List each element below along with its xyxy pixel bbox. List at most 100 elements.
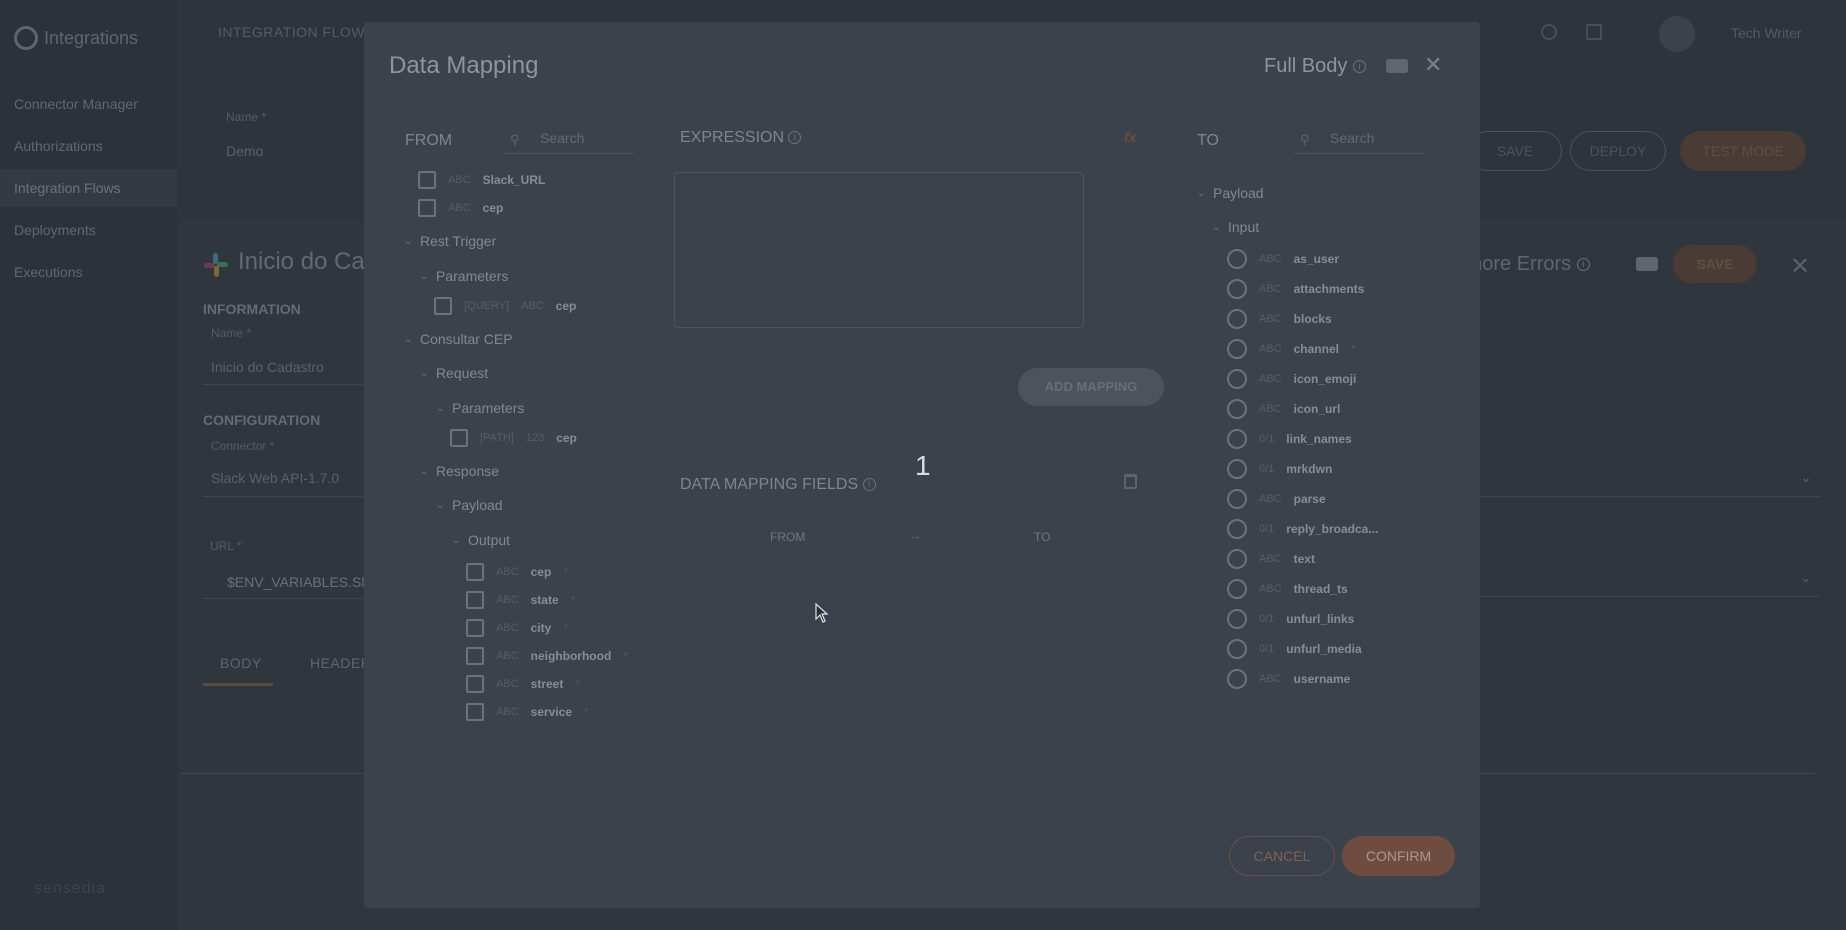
sidebar-item-authorizations[interactable]: Authorizations [0, 127, 177, 165]
tree-node-request[interactable]: ⌄ Request [420, 365, 488, 381]
tree-node-payload[interactable]: ⌄ Payload [436, 497, 503, 513]
help-icon[interactable] [1541, 24, 1557, 40]
from-field-slack-url[interactable]: ABC Slack_URL [418, 171, 545, 189]
from-field-output-service[interactable]: ABC service * [466, 703, 589, 721]
sidebar-item-deployments[interactable]: Deployments [0, 211, 177, 249]
to-field-unfurl-links[interactable]: 0/1 unfurl_links [1227, 609, 1366, 629]
to-field-attachments[interactable]: ABC attachments [1227, 279, 1376, 299]
radio-button[interactable] [1227, 669, 1247, 689]
tree-node-rest-trigger[interactable]: ⌄ Rest Trigger [404, 233, 496, 249]
radio-button[interactable] [1227, 519, 1247, 539]
tree-node-request-parameters[interactable]: ⌄ Parameters [436, 400, 524, 416]
deploy-button[interactable]: DEPLOY [1570, 131, 1666, 171]
mapping-from-column: FROM [770, 530, 806, 544]
to-field-mrkdwn[interactable]: 0/1 mrkdwn [1227, 459, 1344, 479]
tree-node-response[interactable]: ⌄ Response [420, 463, 499, 479]
radio-button[interactable] [1227, 459, 1247, 479]
checkbox[interactable] [466, 591, 484, 609]
radio-button[interactable] [1227, 399, 1247, 419]
radio-button[interactable] [1227, 609, 1247, 629]
field-name: blocks [1293, 312, 1332, 326]
cancel-button[interactable]: CANCEL [1229, 836, 1335, 876]
tree-node-consultar-cep[interactable]: ⌄ Consultar CEP [404, 331, 513, 347]
to-search-input[interactable] [1330, 130, 1420, 146]
from-field-cep[interactable]: ABC cep [418, 199, 503, 217]
checkbox[interactable] [418, 171, 436, 189]
tree-node-output[interactable]: ⌄ Output [452, 532, 510, 548]
add-mapping-button[interactable]: ADD MAPPING [1018, 368, 1164, 406]
to-field-link-names[interactable]: 0/1 link_names [1227, 429, 1364, 449]
to-field-reply-broadcast[interactable]: 0/1 reply_broadca... [1227, 519, 1390, 539]
integrations-logo[interactable]: Integrations [14, 26, 138, 50]
to-field-icon-url[interactable]: ABC icon_url [1227, 399, 1352, 419]
checkbox[interactable] [466, 619, 484, 637]
from-field-output-cep[interactable]: ABC cep * [466, 563, 568, 581]
node-label: Payload [1213, 185, 1264, 201]
radio-button[interactable] [1227, 489, 1247, 509]
fx-icon[interactable]: fx [1124, 129, 1136, 145]
expression-editor[interactable] [674, 172, 1084, 328]
radio-button[interactable] [1227, 549, 1247, 569]
checkbox[interactable] [466, 563, 484, 581]
close-icon[interactable]: ✕ [1790, 252, 1810, 281]
tab-headers[interactable]: HEADER [310, 655, 371, 671]
full-body-label: Full Body i [1264, 55, 1366, 78]
sidebar-item-integration-flows[interactable]: Integration Flows [0, 169, 177, 207]
to-tree-node-payload[interactable]: ⌄ Payload [1197, 185, 1264, 201]
to-tree-node-input[interactable]: ⌄ Input [1212, 219, 1259, 235]
from-field-path-cep[interactable]: [PATH] 123 cep [450, 429, 577, 447]
from-field-output-neighborhood[interactable]: ABC neighborhood * [466, 647, 628, 665]
chevron-down-icon[interactable]: ⌄ [1800, 569, 1812, 586]
from-search-input[interactable] [540, 130, 630, 146]
tree-node-parameters[interactable]: ⌄ Parameters [420, 268, 508, 284]
radio-button[interactable] [1227, 369, 1247, 389]
step-save-button[interactable]: SAVE [1673, 245, 1757, 283]
required-marker: * [1350, 342, 1356, 356]
from-field-output-state[interactable]: ABC state * [466, 591, 575, 609]
confirm-button[interactable]: CONFIRM [1342, 836, 1455, 876]
to-field-parse[interactable]: ABC parse [1227, 489, 1338, 509]
checkbox[interactable] [418, 199, 436, 217]
checkbox[interactable] [466, 675, 484, 693]
radio-button[interactable] [1227, 639, 1247, 659]
checkbox[interactable] [466, 703, 484, 721]
to-field-blocks[interactable]: ABC blocks [1227, 309, 1344, 329]
apps-grid-icon[interactable] [1586, 24, 1602, 40]
radio-button[interactable] [1227, 579, 1247, 599]
checkbox[interactable] [466, 647, 484, 665]
url-value[interactable]: $ENV_VARIABLES.Sla [227, 574, 372, 590]
field-name: channel [1293, 342, 1339, 356]
to-field-icon-emoji[interactable]: ABC icon_emoji [1227, 369, 1368, 389]
to-field-username[interactable]: ABC username [1227, 669, 1362, 689]
trash-icon[interactable] [1124, 474, 1137, 489]
modal-close-icon[interactable]: ✕ [1424, 52, 1442, 78]
radio-button[interactable] [1227, 279, 1247, 299]
radio-button[interactable] [1227, 309, 1247, 329]
test-mode-button[interactable]: TEST MODE [1680, 131, 1806, 171]
radio-button[interactable] [1227, 339, 1247, 359]
sidebar-item-connector-manager[interactable]: Connector Manager [0, 85, 177, 123]
step-name-value[interactable]: Inicio do Cadastro [211, 359, 324, 375]
to-field-channel[interactable]: ABC channel * [1227, 339, 1356, 359]
to-field-unfurl-media[interactable]: 0/1 unfurl_media [1227, 639, 1374, 659]
radio-button[interactable] [1227, 429, 1247, 449]
connector-value[interactable]: Slack Web API-1.7.0 [211, 470, 339, 486]
checkbox[interactable] [434, 297, 452, 315]
field-type: ABC [496, 622, 519, 634]
to-field-as-user[interactable]: ABC as_user [1227, 249, 1351, 269]
chevron-down-icon[interactable]: ⌄ [1800, 469, 1812, 486]
to-field-text[interactable]: ABC text [1227, 549, 1327, 569]
ignore-errors-toggle[interactable] [1636, 257, 1658, 271]
to-field-thread-ts[interactable]: ABC thread_ts [1227, 579, 1360, 599]
full-body-toggle[interactable] [1386, 59, 1408, 73]
tab-body[interactable]: BODY [220, 655, 262, 671]
sidebar-item-executions[interactable]: Executions [0, 253, 177, 291]
save-button[interactable]: SAVE [1468, 131, 1562, 171]
from-field-query-cep[interactable]: [QUERY] ABC cep [434, 297, 576, 315]
checkbox[interactable] [450, 429, 468, 447]
from-field-output-city[interactable]: ABC city * [466, 619, 568, 637]
flow-name-value[interactable]: Demo [226, 143, 263, 159]
radio-button[interactable] [1227, 249, 1247, 269]
avatar[interactable] [1659, 16, 1695, 52]
from-field-output-street[interactable]: ABC street * [466, 675, 580, 693]
